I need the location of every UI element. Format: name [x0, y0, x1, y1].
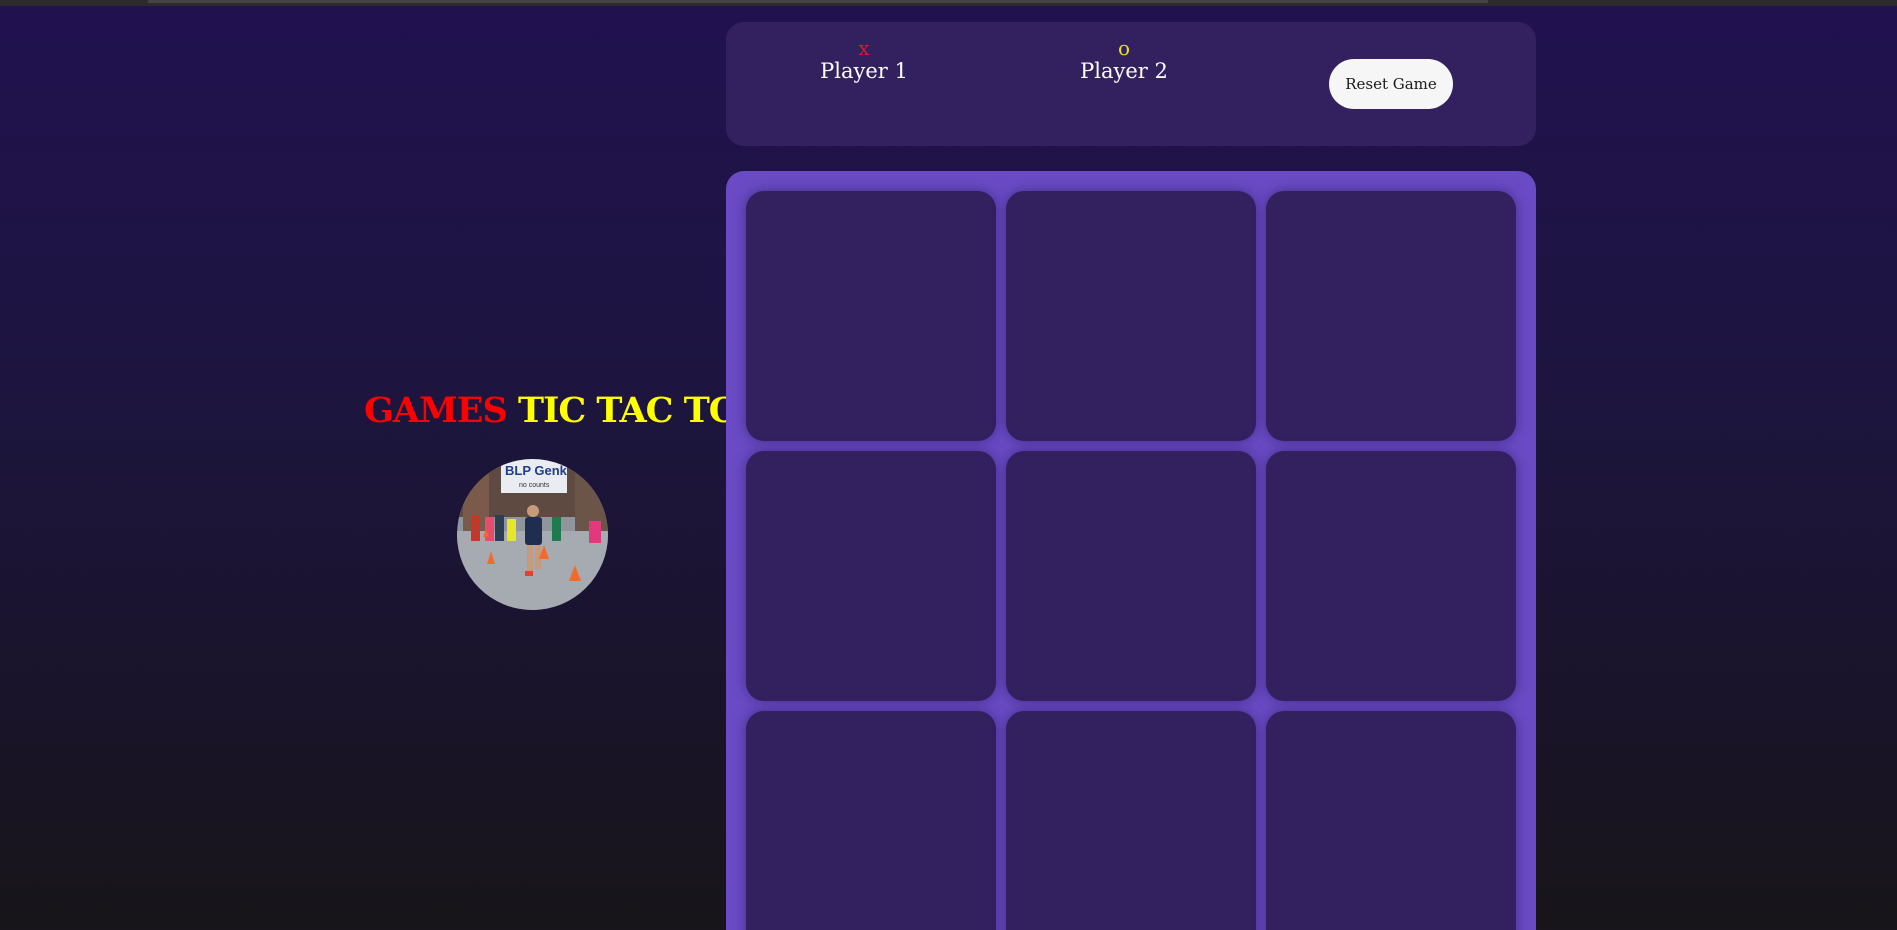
player2-score: o Player 2: [1044, 38, 1204, 84]
player1-score: x Player 1: [784, 38, 944, 84]
scrollbar-thumb[interactable]: [148, 0, 1488, 3]
board-cell-1[interactable]: [746, 191, 996, 441]
banner-text: BLP Genk: [505, 463, 568, 478]
banner-subtext: no counts: [519, 482, 550, 489]
board-cell-7[interactable]: [746, 711, 996, 930]
runner-photo: BLP Genk no counts: [457, 459, 608, 610]
browser-scrollbar[interactable]: [0, 0, 1897, 6]
board-cell-8[interactable]: [1006, 711, 1256, 930]
board-cell-3[interactable]: [1266, 191, 1516, 441]
board-cell-5[interactable]: [1006, 451, 1256, 701]
player2-mark: o: [1117, 36, 1131, 60]
board-cell-6[interactable]: [1266, 451, 1516, 701]
site-title: GAMES TIC TAC TOE: [364, 390, 765, 431]
board-cell-2[interactable]: [1006, 191, 1256, 441]
player2-name: Player 2: [1080, 59, 1168, 83]
player1-mark: x: [858, 36, 870, 60]
reset-game-button[interactable]: Reset Game: [1329, 59, 1453, 109]
avatar: BLP Genk no counts: [457, 459, 608, 610]
board-cell-4[interactable]: [746, 451, 996, 701]
player1-name: Player 1: [820, 59, 908, 83]
board-cell-9[interactable]: [1266, 711, 1516, 930]
game-board: [726, 171, 1536, 930]
title-word-games: GAMES: [364, 390, 508, 431]
